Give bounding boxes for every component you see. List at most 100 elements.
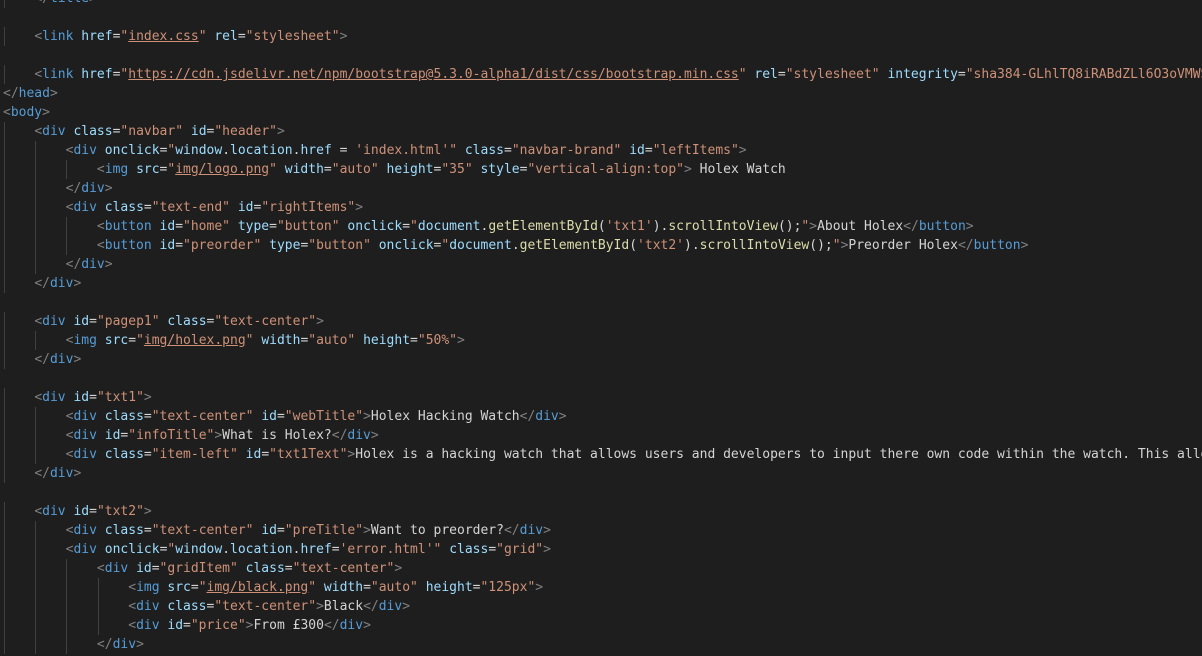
code-token: " bbox=[738, 67, 747, 82]
code-token: = bbox=[151, 561, 160, 576]
indent-guide bbox=[35, 521, 37, 540]
code-token: "text-center" bbox=[292, 561, 395, 576]
indentation bbox=[3, 637, 97, 652]
code-token: img/logo.png bbox=[175, 162, 270, 177]
code-token: = bbox=[402, 219, 411, 234]
code-token: > bbox=[316, 599, 324, 614]
indentation bbox=[3, 29, 34, 44]
code-line: </title> bbox=[3, 0, 1202, 8]
indent-guide bbox=[4, 597, 5, 616]
code-token: > bbox=[402, 599, 411, 614]
code-token: div bbox=[73, 143, 97, 158]
code-token: div bbox=[535, 409, 559, 424]
code-token: 'index.html' bbox=[355, 143, 450, 158]
code-token: </ bbox=[65, 257, 82, 272]
code-token: class bbox=[104, 409, 144, 424]
code-token: </ bbox=[34, 0, 50, 6]
code-token: class bbox=[104, 447, 144, 462]
code-token: integrity bbox=[887, 67, 958, 82]
code-token: > bbox=[49, 86, 58, 101]
code-token: id bbox=[159, 219, 176, 234]
indent-guide bbox=[35, 179, 37, 198]
code-token: div bbox=[136, 599, 160, 614]
code-token: img bbox=[104, 162, 129, 177]
code-token: < bbox=[3, 105, 11, 120]
code-token: div bbox=[73, 447, 97, 462]
code-token: ). bbox=[652, 219, 669, 234]
indent-guide bbox=[4, 236, 5, 255]
code-token: Preorder Holex bbox=[848, 238, 958, 253]
code-token: = bbox=[503, 143, 512, 158]
code-token: button bbox=[104, 219, 152, 234]
indent-guide bbox=[4, 198, 5, 217]
code-token: link bbox=[42, 67, 74, 82]
code-token: = bbox=[183, 618, 191, 633]
code-token: Holex Watch bbox=[691, 162, 786, 177]
indentation bbox=[3, 219, 97, 234]
code-token: > bbox=[809, 219, 818, 234]
code-token: "txt2" bbox=[96, 504, 144, 519]
code-token: div bbox=[42, 504, 66, 519]
indent-guide bbox=[4, 312, 5, 331]
indent-guide bbox=[66, 236, 68, 255]
code-token: id bbox=[261, 409, 277, 424]
code-token: = bbox=[143, 409, 152, 424]
code-token: = bbox=[175, 238, 184, 253]
code-line: <img src="img/holex.png" width="auto" he… bbox=[3, 331, 1202, 350]
code-token: > bbox=[104, 181, 113, 196]
code-token: > bbox=[73, 466, 82, 481]
code-line: </div> bbox=[3, 255, 1202, 274]
code-token: = bbox=[276, 409, 285, 424]
code-token: id bbox=[261, 523, 277, 538]
code-token: = bbox=[957, 67, 966, 82]
code-line: <div id="infoTitle">What is Holex?</div> bbox=[3, 426, 1202, 445]
indent-guide bbox=[35, 160, 37, 179]
code-token: img bbox=[136, 580, 160, 595]
code-token: < bbox=[128, 580, 137, 595]
code-token: body bbox=[10, 105, 43, 120]
code-token: " bbox=[269, 162, 277, 177]
code-token: class bbox=[449, 542, 489, 557]
code-token: height bbox=[425, 580, 473, 595]
indent-guide bbox=[35, 331, 37, 350]
code-token: div bbox=[73, 409, 97, 424]
code-token: class bbox=[104, 200, 144, 215]
code-token: div bbox=[104, 561, 129, 576]
code-token: class bbox=[167, 314, 207, 329]
code-token: "vertical-align:top" bbox=[527, 162, 684, 177]
code-token: < bbox=[34, 124, 43, 139]
indent-guide bbox=[35, 426, 37, 445]
code-token: link bbox=[42, 29, 74, 44]
indentation bbox=[3, 390, 34, 405]
code-editor[interactable]: </title> <link href="index.css" rel="sty… bbox=[0, 0, 1202, 656]
code-token: img/black.png bbox=[206, 580, 309, 595]
indent-guide bbox=[4, 141, 5, 160]
code-token: div bbox=[73, 523, 97, 538]
code-token: "text-end" bbox=[151, 200, 231, 215]
code-token: "text-center" bbox=[214, 599, 317, 614]
indent-guide bbox=[66, 578, 68, 597]
code-token: < bbox=[96, 162, 105, 177]
indent-guide bbox=[35, 540, 37, 559]
code-token: div bbox=[519, 523, 544, 538]
code-token: < bbox=[96, 238, 105, 253]
code-token: div bbox=[81, 257, 105, 272]
code-line: <div id="gridItem" class="text-center"> bbox=[3, 559, 1202, 578]
code-token: < bbox=[34, 67, 43, 82]
code-token: > bbox=[73, 352, 82, 367]
code-token: id bbox=[629, 143, 645, 158]
code-token: = bbox=[488, 542, 497, 557]
indent-guide bbox=[4, 255, 5, 274]
code-token: > bbox=[42, 105, 50, 120]
code-token: < bbox=[34, 504, 43, 519]
code-token: "auto" bbox=[370, 580, 418, 595]
indent-guide bbox=[4, 540, 5, 559]
code-token: " bbox=[449, 143, 458, 158]
code-token: . bbox=[222, 542, 231, 557]
indent-guide bbox=[35, 236, 37, 255]
